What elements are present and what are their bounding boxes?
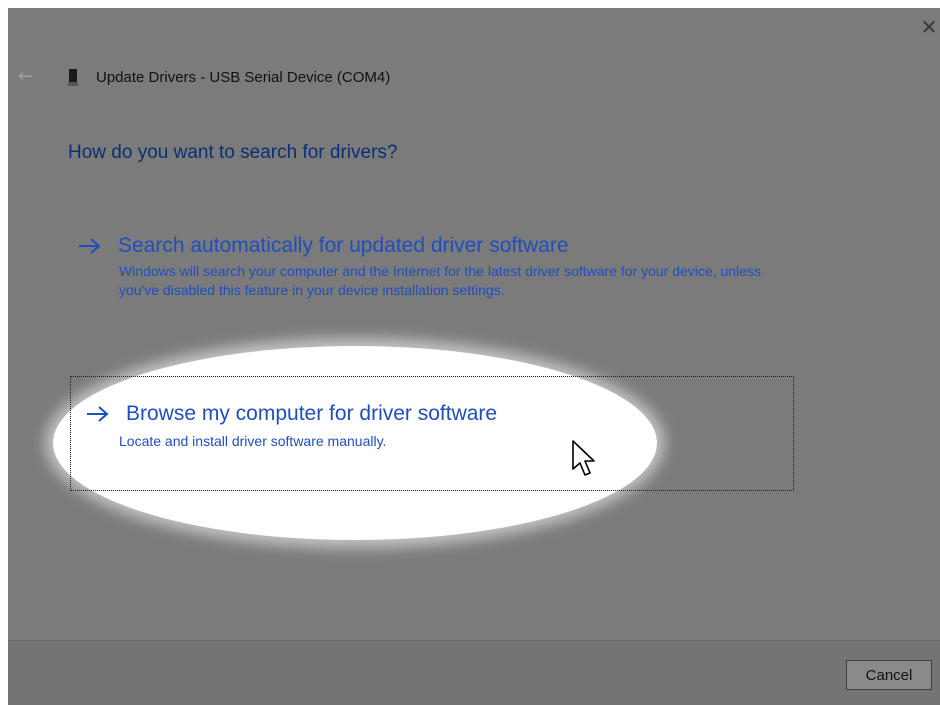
dialog-footer: Cancel — [8, 640, 940, 705]
browse-my-computer-title: Browse my computer for driver software — [126, 402, 498, 425]
arrow-right-icon — [70, 235, 110, 257]
dialog-header: ← Update Drivers - USB Serial Device (CO… — [18, 66, 390, 88]
search-automatically-title: Search automatically for updated driver … — [118, 234, 569, 257]
page-question: How do you want to search for drivers? — [68, 142, 398, 163]
mouse-pointer-icon — [571, 439, 597, 481]
search-automatically-description: Windows will search your computer and th… — [119, 263, 761, 298]
browse-my-computer-option[interactable]: Browse my computer for driver software L… — [70, 376, 794, 491]
update-drivers-dialog: ✕ ← Update Drivers - USB Serial Device (… — [8, 8, 940, 705]
browse-my-computer-description: Locate and install driver software manua… — [119, 433, 387, 449]
usb-device-icon — [68, 67, 78, 87]
window-title: Update Drivers - USB Serial Device (COM4… — [96, 68, 391, 86]
back-arrow-icon[interactable]: ← — [18, 66, 40, 88]
arrow-right-icon — [78, 403, 118, 425]
close-icon[interactable]: ✕ — [918, 16, 940, 38]
search-automatically-option[interactable]: Search automatically for updated driver … — [70, 234, 794, 300]
cancel-button[interactable]: Cancel — [846, 660, 932, 690]
